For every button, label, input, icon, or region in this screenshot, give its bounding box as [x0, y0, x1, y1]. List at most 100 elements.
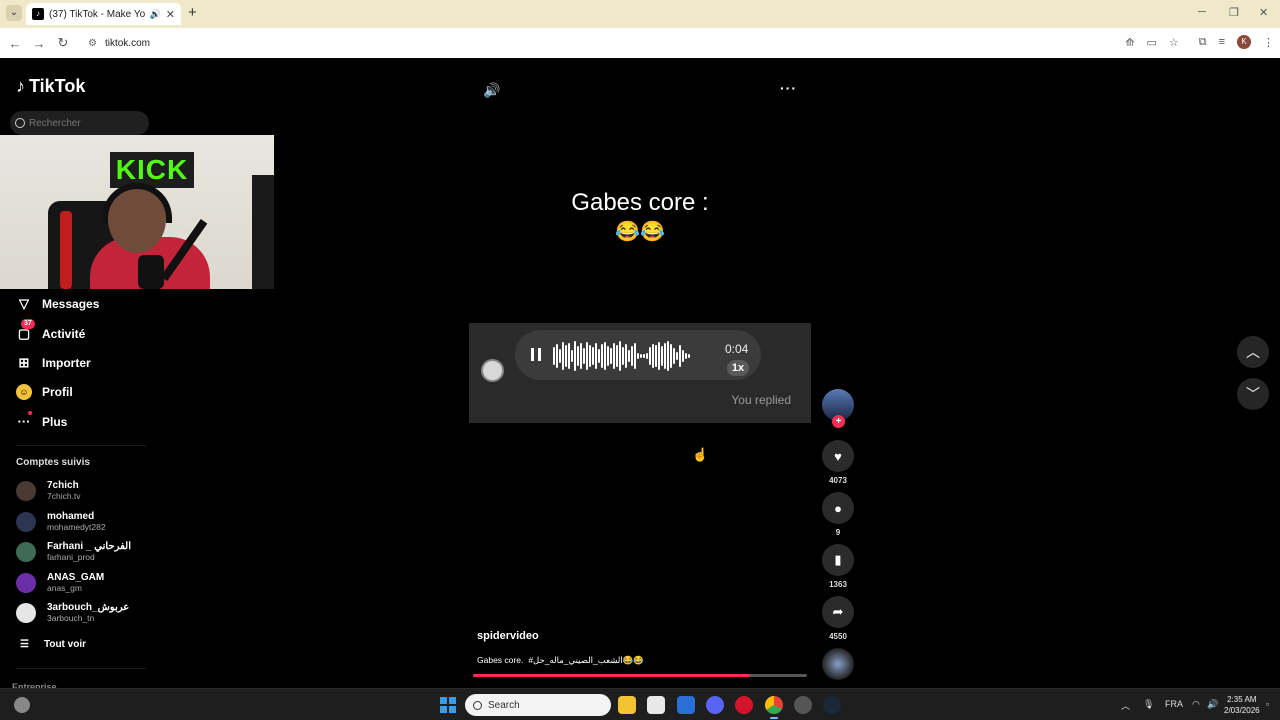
chevron-up-icon: ︿ — [1246, 344, 1260, 360]
windows-start-icon[interactable] — [440, 697, 456, 713]
sidebar-item-more[interactable]: ··· Plus — [16, 411, 166, 430]
video-progress-bar[interactable] — [473, 674, 807, 677]
waveform-bar — [661, 346, 663, 366]
browser-menu-icon[interactable]: ⋮ — [1263, 36, 1274, 49]
chair-stripe — [60, 211, 72, 289]
store-icon[interactable] — [647, 696, 665, 714]
headset — [102, 183, 172, 223]
app-icon[interactable] — [794, 696, 812, 714]
following-handle: mohamedyt282 — [47, 522, 106, 532]
windows-taskbar: Search ︿ 🎙 FRA ◠ 🔊 2:35 AM 2/03/2026 ▫ — [0, 688, 1280, 720]
following-item[interactable]: 3arbouch_عربوش 3arbouch_tn — [16, 603, 129, 623]
chrome-icon[interactable] — [765, 696, 783, 714]
sidebar-item-activity[interactable]: ▢ 37 Activité — [16, 319, 166, 342]
speaker-icon[interactable]: 🔊 — [1207, 699, 1218, 710]
microphone-icon[interactable]: 🎙 — [1143, 699, 1154, 710]
caption-hashtag[interactable]: #الشعب_الصيني_ماله_حل😂😂 — [528, 655, 644, 666]
share-arrow-icon[interactable]: ➦ — [822, 596, 854, 628]
notification-icon[interactable]: ▫ — [1266, 699, 1269, 709]
previous-video-button[interactable]: ︿ — [1237, 336, 1269, 368]
back-icon[interactable]: ← — [3, 36, 27, 51]
reading-list-icon[interactable]: ≡ — [1219, 36, 1225, 48]
tray-overflow-icon[interactable]: ︿ — [1121, 699, 1130, 712]
logo-text: TikTok — [29, 76, 86, 96]
waveform-bar — [604, 342, 606, 370]
waveform-bar — [574, 341, 576, 371]
wifi-icon[interactable]: ◠ — [1192, 699, 1200, 710]
tab-search-chevron-icon[interactable]: ⌄ — [6, 5, 22, 21]
browser-tab-tiktok[interactable]: ♪ (37) TikTok - Make Your Day 🔊 ✕ — [26, 3, 181, 25]
steam-icon[interactable] — [823, 696, 841, 714]
bookmark-icon[interactable]: ▮ — [822, 544, 854, 576]
inbox-icon: ▢ 37 — [16, 319, 35, 342]
see-all-label: Tout voir — [43, 639, 86, 650]
translate-icon[interactable]: ⟰ — [1125, 36, 1134, 49]
system-clock[interactable]: 2:35 AM 2/03/2026 — [1224, 694, 1260, 716]
see-all-button[interactable]: ☰ Tout voir — [20, 639, 86, 650]
following-item[interactable]: mohamed mohamedyt282 — [16, 512, 106, 532]
tiktok-logo[interactable]: ♪ TikTok — [16, 76, 85, 97]
reload-icon[interactable]: ↻ — [51, 35, 75, 51]
taskbar-search-placeholder: Search — [488, 699, 520, 711]
waveform-bar — [628, 350, 630, 362]
waveform-bar — [598, 349, 600, 363]
extensions-icon[interactable]: ⧉ — [1199, 36, 1207, 49]
minimize-icon[interactable]: ─ — [1198, 6, 1206, 18]
input-language[interactable]: FRA — [1165, 699, 1183, 709]
cast-icon[interactable]: ▭ — [1146, 36, 1156, 49]
sidebar-item-messages[interactable]: ▽ Messages — [16, 296, 166, 312]
waveform-bar — [676, 352, 678, 360]
sidebar-item-label: Messages — [42, 297, 100, 311]
forward-icon[interactable]: → — [27, 36, 51, 51]
search-input[interactable] — [29, 117, 139, 129]
weather-widget-icon[interactable] — [14, 697, 30, 713]
follow-plus-icon[interactable]: + — [832, 415, 845, 428]
heart-icon[interactable]: ♥ — [822, 440, 854, 472]
site-info-icon[interactable]: ⚙ — [88, 38, 97, 49]
file-explorer-icon[interactable] — [618, 696, 636, 714]
waveform-bar — [631, 346, 633, 366]
mail-icon[interactable] — [677, 696, 695, 714]
following-item[interactable]: Farhani _ الفرحاني farhani_prod — [16, 542, 131, 562]
close-window-icon[interactable]: ✕ — [1259, 6, 1268, 19]
volume-icon[interactable]: 🔊 — [483, 82, 500, 99]
video-overlay-emoji: 😂😂 — [615, 221, 665, 243]
following-item[interactable]: ANAS_GAM anas_gm — [16, 573, 104, 593]
tab-audio-icon[interactable]: 🔊 — [150, 9, 161, 20]
next-video-button[interactable]: ﹀ — [1237, 378, 1269, 410]
sidebar-item-profile[interactable]: ☺ Profil — [16, 384, 166, 400]
profile-avatar-icon[interactable]: K — [1237, 35, 1251, 49]
waveform-bar — [658, 342, 660, 370]
new-tab-button[interactable]: + — [188, 5, 197, 21]
address-bar[interactable]: ⚙ tiktok.com — [82, 32, 1162, 54]
video-author[interactable]: spidervideo — [477, 630, 539, 642]
avatar — [16, 603, 36, 623]
caption-text: Gabes core. — [477, 655, 524, 665]
waveform-bar — [613, 343, 615, 369]
screen: ⌄ ♪ (37) TikTok - Make Your Day 🔊 ✕ + ─ … — [0, 0, 1280, 720]
maximize-icon[interactable]: ❐ — [1229, 6, 1239, 19]
tab-close-icon[interactable]: ✕ — [166, 8, 175, 21]
following-name: mohamed — [47, 511, 95, 522]
comment-icon[interactable]: ● — [822, 492, 854, 524]
more-dot-badge — [28, 411, 32, 415]
opera-icon[interactable] — [735, 696, 753, 714]
sound-disc[interactable] — [822, 648, 854, 680]
taskbar-search[interactable]: Search — [465, 694, 611, 716]
following-name: 3arbouch_عربوش — [47, 602, 130, 613]
bookmark-star-icon[interactable]: ☆ — [1169, 36, 1179, 49]
waveform-bar — [655, 345, 657, 367]
following-item[interactable]: 7chich 7chich.tv — [16, 481, 81, 501]
waveform-bar — [607, 346, 609, 366]
waveform-bar — [670, 344, 672, 368]
waveform-bar — [610, 348, 612, 364]
search-box[interactable] — [10, 111, 149, 135]
comment-action: ● 9 — [822, 492, 854, 537]
upload-plus-icon: ⊞ — [18, 355, 30, 370]
discord-icon[interactable] — [706, 696, 724, 714]
sidebar-item-upload[interactable]: ⊞ Importer — [16, 355, 166, 371]
more-options-icon[interactable]: ··· — [780, 80, 797, 96]
waveform-bar — [565, 345, 567, 367]
voice-bubble: 0:04 1x — [515, 330, 761, 380]
waveform-bar — [652, 344, 654, 368]
